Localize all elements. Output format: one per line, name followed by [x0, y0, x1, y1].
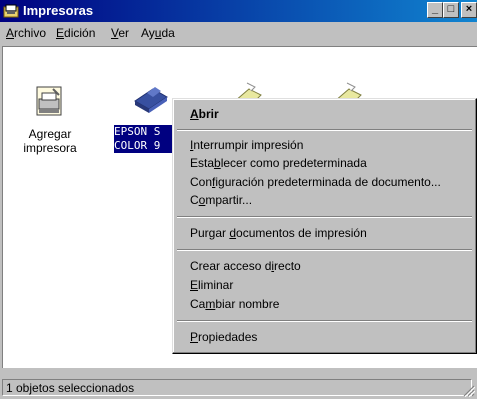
menu-item-crear-acceso[interactable]: Crear acceso directo: [176, 257, 472, 275]
epson-printer-label[interactable]: EPSON S COLOR 9: [114, 125, 176, 153]
menu-item-abrir[interactable]: Abrir: [176, 105, 472, 123]
menu-archivo[interactable]: Archivo: [6, 26, 46, 40]
menu-item-propiedades[interactable]: Propiedades: [176, 328, 472, 346]
menu-item-purgar[interactable]: Purgar documentos de impresión: [176, 224, 472, 242]
add-printer-icon[interactable]: [33, 85, 67, 119]
status-panel: 1 objetos seleccionados: [2, 379, 472, 396]
window-title: Impresoras: [23, 3, 94, 18]
menu-ayuda[interactable]: Ayuda: [141, 26, 175, 40]
menu-item-compartir[interactable]: Compartir...: [176, 191, 472, 209]
menu-separator: [177, 129, 472, 131]
menu-separator: [177, 249, 472, 251]
close-icon: ×: [465, 3, 473, 15]
menu-item-eliminar[interactable]: Eliminar: [176, 276, 472, 294]
status-bar: 1 objetos seleccionados: [0, 376, 477, 399]
epson-printer-icon[interactable]: [131, 81, 171, 115]
close-button[interactable]: ×: [461, 2, 477, 18]
printers-folder-icon: [3, 4, 19, 18]
menu-item-establecer[interactable]: Establecer como predeterminada: [176, 154, 472, 172]
menu-item-cambiar-nombre[interactable]: Cambiar nombre: [176, 295, 472, 313]
menu-item-interrumpir[interactable]: Interrumpir impresión: [176, 136, 472, 154]
menu-ver[interactable]: Ver: [111, 26, 129, 40]
menu-separator: [177, 216, 472, 218]
maximize-button[interactable]: □: [443, 2, 459, 18]
resize-grip-icon[interactable]: [463, 385, 475, 397]
title-bar: Impresoras _ □ ×: [0, 0, 477, 22]
context-menu: Abrir Interrumpir impresión Establecer c…: [172, 98, 477, 354]
menu-bar: Archivo Edición Ver Ayuda: [0, 22, 477, 44]
maximize-icon: □: [447, 3, 455, 15]
minimize-button[interactable]: _: [427, 2, 443, 18]
status-text: 1 objetos seleccionados: [6, 381, 135, 395]
menu-separator: [177, 320, 472, 322]
menu-edicion[interactable]: Edición: [56, 26, 95, 40]
minimize-icon: _: [431, 3, 439, 15]
add-printer-label[interactable]: Agregar impresora: [18, 127, 82, 155]
menu-item-configuracion[interactable]: Configuración predeterminada de document…: [176, 173, 472, 191]
